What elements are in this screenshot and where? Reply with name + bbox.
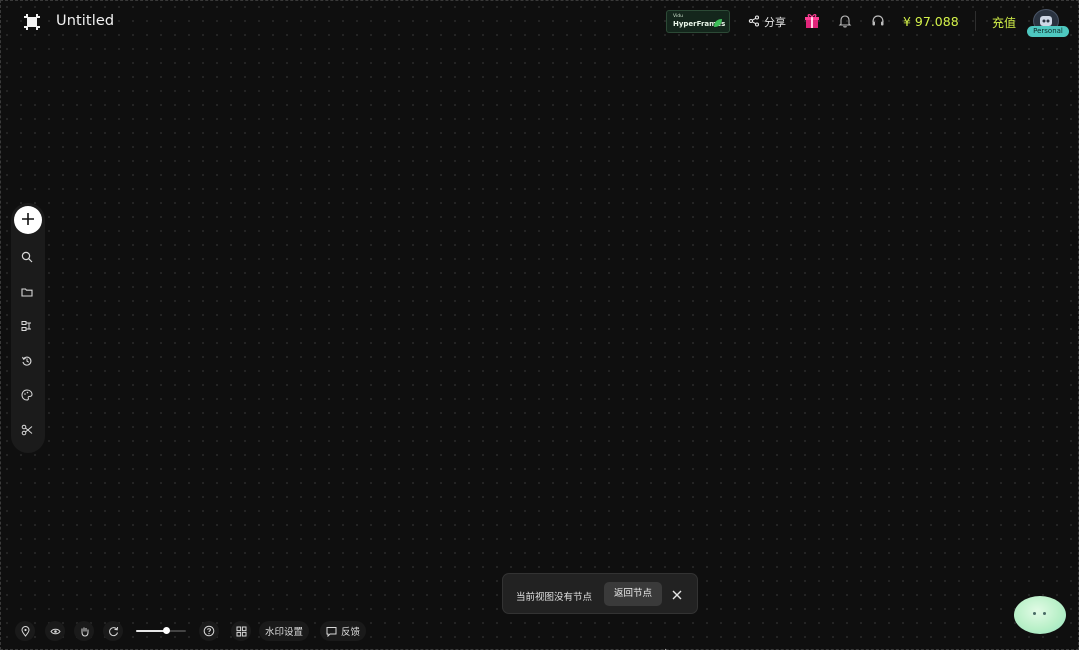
feedback-button[interactable]: 反馈: [320, 621, 367, 641]
grid-icon[interactable]: [231, 621, 251, 641]
watermark-settings-button[interactable]: 水印设置: [259, 621, 310, 641]
return-to-nodes-button[interactable]: 返回节点: [604, 582, 662, 606]
map-pin-icon[interactable]: [15, 621, 35, 641]
account-type-badge: Personal: [1027, 26, 1069, 37]
assistant-left-eye: [1033, 612, 1036, 615]
promo-small-text: Vidu: [673, 14, 683, 19]
gift-icon[interactable]: [803, 12, 821, 30]
zoom-slider-fill: [136, 630, 166, 632]
palette-icon[interactable]: [19, 387, 35, 403]
history-icon[interactable]: [19, 353, 35, 369]
assistant-right-eye: [1043, 612, 1046, 615]
plus-icon: [21, 211, 35, 230]
workflow-icon[interactable]: [19, 318, 35, 334]
project-title[interactable]: Untitled: [56, 13, 114, 29]
hand-icon[interactable]: [74, 621, 94, 641]
toast-message: 当前视图没有节点: [516, 592, 593, 603]
balance-amount: ¥ 97.088: [903, 14, 959, 29]
bell-icon[interactable]: [836, 12, 854, 30]
scissors-icon[interactable]: [19, 422, 35, 438]
share-button[interactable]: 分享: [748, 14, 786, 30]
top-bar: Untitled Vidu HyperFrames 分享 ¥ 97.088 充值…: [0, 0, 1079, 44]
leaf-icon: [713, 13, 723, 27]
zoom-slider-knob[interactable]: [162, 627, 170, 634]
eye-icon[interactable]: [45, 621, 65, 641]
recharge-button[interactable]: 充值: [992, 14, 1016, 31]
mouse-cursor-icon: [664, 643, 673, 650]
refresh-icon[interactable]: [103, 621, 123, 641]
header-divider: [975, 11, 976, 31]
headset-icon[interactable]: [869, 12, 887, 30]
close-icon[interactable]: [670, 587, 684, 601]
share-icon: [748, 14, 760, 30]
add-node-button[interactable]: [14, 206, 42, 234]
zoom-slider[interactable]: [131, 621, 187, 641]
message-icon: [320, 626, 337, 637]
promo-banner[interactable]: Vidu HyperFrames: [666, 10, 730, 33]
share-label: 分享: [764, 16, 786, 29]
feedback-label: 反馈: [341, 627, 361, 638]
assistant-bubble[interactable]: [1014, 596, 1066, 634]
empty-view-toast: 当前视图没有节点 返回节点: [502, 573, 698, 614]
folder-icon[interactable]: [19, 284, 35, 300]
app-logo-icon[interactable]: [22, 12, 42, 32]
help-icon[interactable]: [199, 621, 219, 641]
search-icon[interactable]: [19, 249, 35, 265]
watermark-settings-label: 水印设置: [265, 627, 304, 638]
canvas-frame: [0, 0, 1079, 650]
